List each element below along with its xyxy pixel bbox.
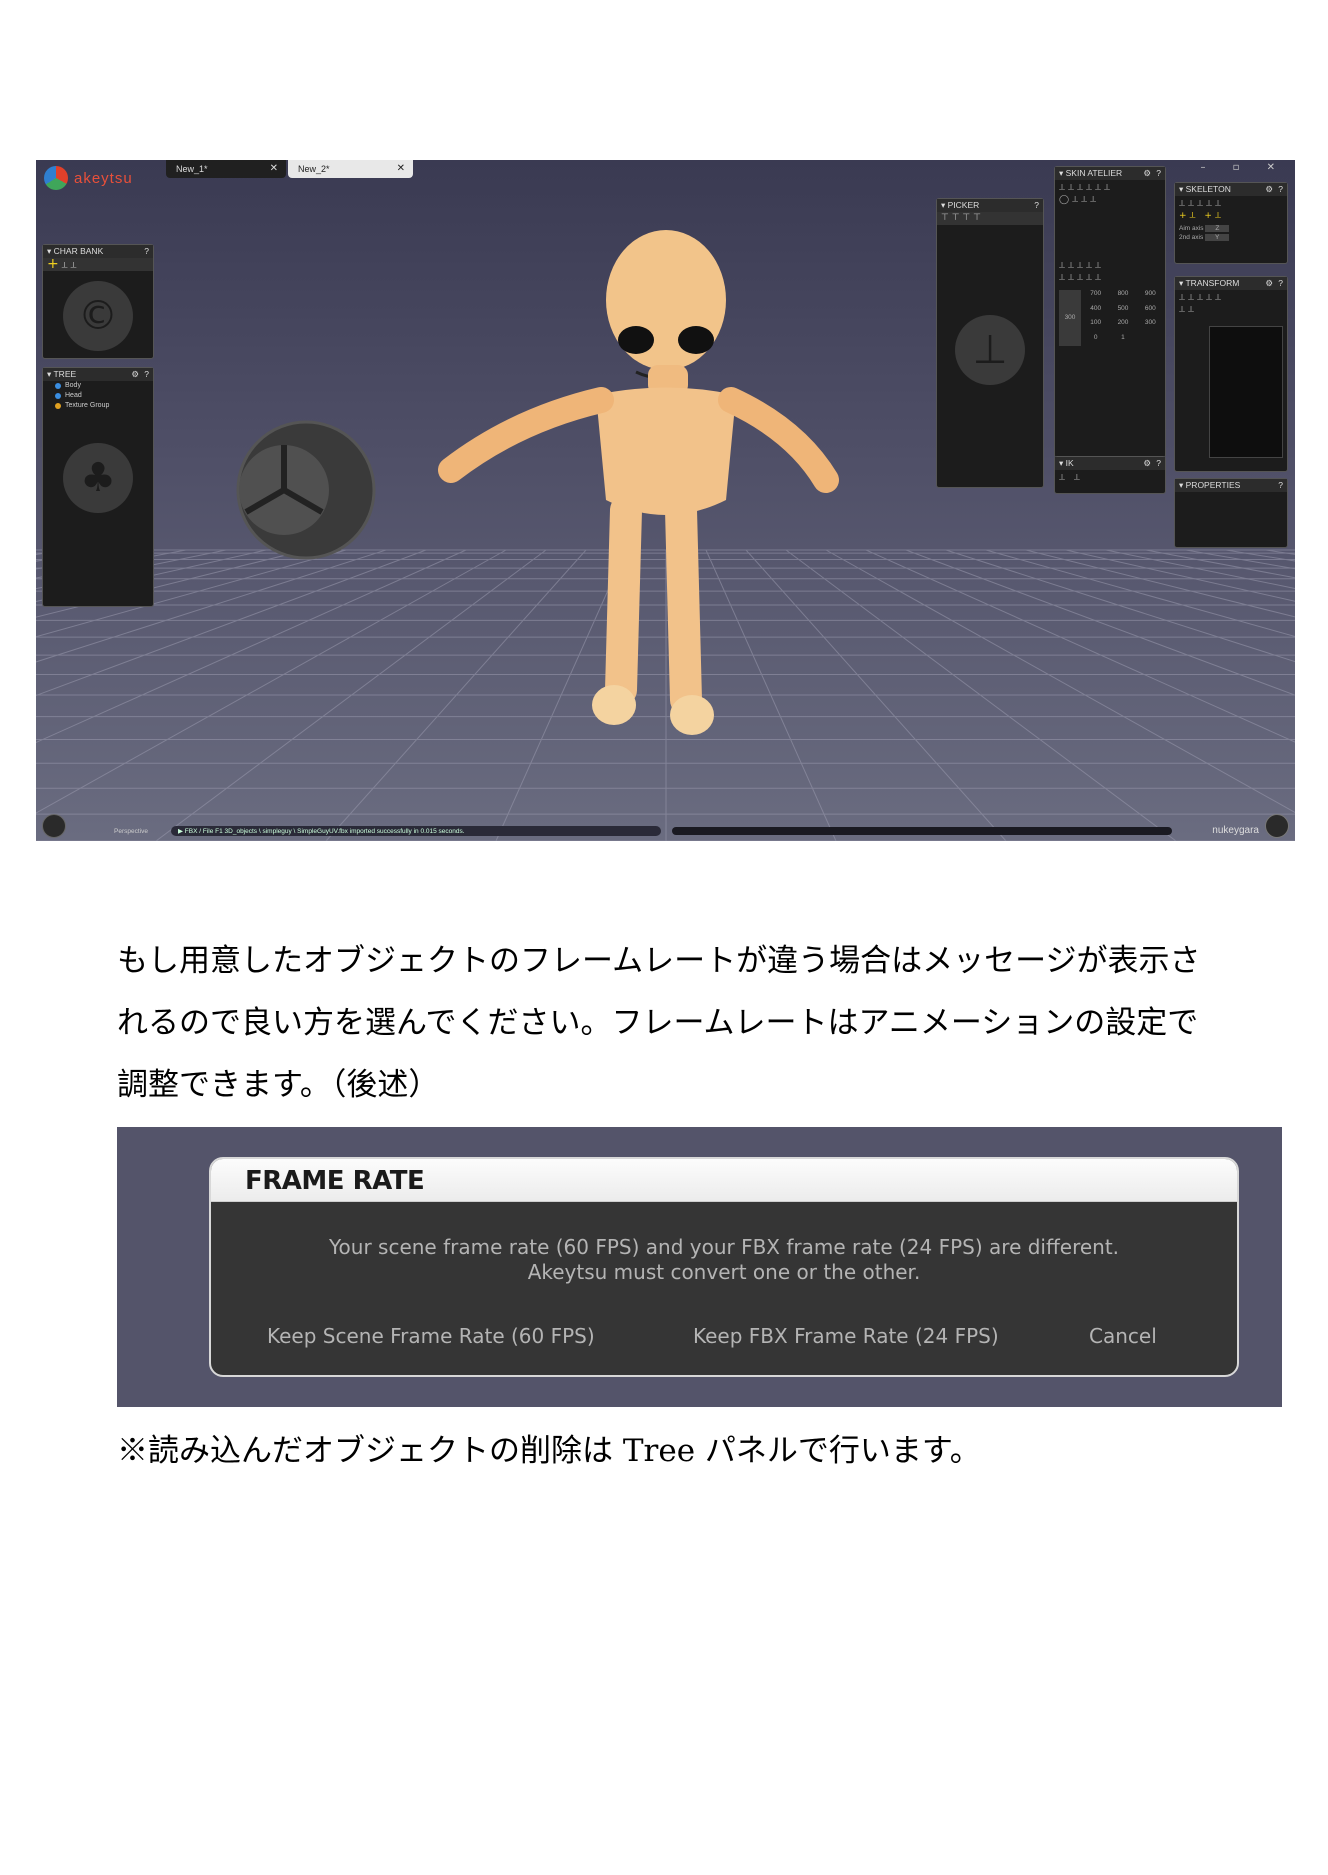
panel-header[interactable]: ▾ CHAR BANK? [43, 245, 153, 258]
settings-wrench-icon[interactable] [1265, 814, 1289, 838]
ik-panel: ▾ IK ⚙? ⟂ ⟂ [1054, 456, 1166, 494]
logo-mark-icon [44, 166, 68, 190]
body-text-line: れるので良い方を選んでください。フレームレートはアニメーションの設定で [117, 1005, 1199, 1041]
panel-header[interactable]: ▾ SKELETON ⚙? [1175, 183, 1287, 196]
gear-icon[interactable]: ⚙ [1265, 277, 1273, 290]
group-icon [55, 403, 61, 409]
properties-panel: ▾ PROPERTIES? [1174, 478, 1288, 548]
help-icon[interactable]: ? [1278, 479, 1283, 492]
skin-brushes[interactable]: ⟂⟂⟂⟂⟂ ⟂⟂⟂⟂⟂ [1055, 258, 1165, 286]
panel-header[interactable]: ▾ TREE ⚙? [43, 368, 153, 381]
skin-weight-value[interactable]: 300 [1059, 290, 1081, 346]
tree-item[interactable]: Head [43, 391, 153, 401]
app-screenshot: akeytsu New_1* ✕ New_2* ✕ – ▫ ✕ ▾ CHAR B… [36, 160, 1295, 841]
status-message: ▶ FBX / File F1 3D_objects \ simpleguy \… [178, 828, 465, 835]
note-text: ※読み込んだオブジェクトの削除は Tree パネルで行います。 [117, 1433, 981, 1469]
ik-tools[interactable]: ⟂ ⟂ [1055, 470, 1165, 486]
tree-item[interactable]: Texture Group [43, 401, 153, 411]
tab-new-2[interactable]: New_2* ✕ [288, 160, 413, 178]
picker-toolbar[interactable]: ⊤ ⊤ ⊤ ⊤ [937, 212, 1043, 225]
help-icon[interactable]: ? [144, 245, 149, 258]
picker-panel: ▾ PICKER? ⊤ ⊤ ⊤ ⊤ ⊥ [936, 198, 1044, 488]
logo-text: akeytsu [74, 169, 133, 187]
dialog-message: Your scene frame rate (60 FPS) and your … [328, 1235, 1120, 1259]
panel-title: IK [1065, 458, 1074, 468]
help-icon[interactable]: ? [1034, 199, 1039, 212]
panel-title: TRANSFORM [1185, 278, 1240, 288]
skeleton-tools[interactable]: ⟂⟂⟂⟂⟂ +⟂ +⟂ [1175, 196, 1287, 224]
help-icon[interactable]: ? [1278, 183, 1283, 196]
dialog-message: Akeytsu must convert one or the other. [527, 1260, 921, 1284]
keep-scene-frame-rate-button[interactable]: Keep Scene Frame Rate (60 FPS) [267, 1324, 595, 1348]
tab-label: New_2* [298, 164, 330, 174]
character-model [438, 230, 839, 735]
panel-title: TREE [53, 369, 77, 379]
char-bank-panel: ▾ CHAR BANK? + ⟂ ⟂ © [42, 244, 154, 359]
tab-new-1[interactable]: New_1* ✕ [166, 160, 286, 178]
gear-icon[interactable]: ⚙ [1143, 457, 1151, 470]
help-icon[interactable]: ? [1278, 277, 1283, 290]
gear-icon[interactable]: ⚙ [1265, 183, 1273, 196]
tree-panel: ▾ TREE ⚙? Body Head Texture Group ♣ [42, 367, 154, 607]
copyright-icon: © [63, 281, 133, 351]
aim-axis-field[interactable]: Aim axis Z [1175, 224, 1287, 233]
timeline-bar[interactable] [672, 827, 1172, 835]
panel-header[interactable]: ▾ PICKER? [937, 199, 1043, 212]
object-icon [55, 393, 61, 399]
tree-item-label: Body [65, 382, 81, 389]
second-axis-field[interactable]: 2nd axis Y [1175, 233, 1287, 242]
tree-icon: ♣ [63, 443, 133, 513]
add-icon[interactable]: + [47, 256, 59, 272]
tree-item-label: Texture Group [65, 402, 110, 409]
tree-item[interactable]: Body [43, 381, 153, 391]
panel-title: SKELETON [1185, 184, 1231, 194]
tab-label: New_1* [176, 164, 208, 174]
scene-menu-icon[interactable] [42, 814, 66, 838]
frame-rate-screenshot: FRAME RATE Your scene frame rate (60 FPS… [117, 1127, 1282, 1407]
panel-title: SKIN ATELIER [1065, 168, 1123, 178]
nukeygara-brand: nukeygara [1212, 825, 1259, 836]
status-bar: Perspective ▶ FBX / File F1 3D_objects \… [36, 814, 1295, 841]
body-text-line: 調整できます。（後述） [117, 1067, 440, 1103]
transform-tools[interactable]: ⟂⟂⟂⟂⟂ ⟂⟂ [1175, 290, 1287, 318]
panel-header[interactable]: ▾ IK ⚙? [1055, 457, 1165, 470]
transform-panel: ▾ TRANSFORM ⚙? ⟂⟂⟂⟂⟂ ⟂⟂ [1174, 276, 1288, 472]
tab-close-icon[interactable]: ✕ [397, 160, 405, 178]
panel-title: PROPERTIES [1185, 480, 1241, 490]
help-icon[interactable]: ? [1156, 167, 1161, 180]
body-text-line: もし用意したオブジェクトのフレームレートが違う場合はメッセージが表示さ [117, 943, 1201, 979]
skin-weight-grid[interactable]: 700 800 900 400 500 600 100 200 300 01 [1085, 290, 1161, 346]
picker-icon: ⊥ [955, 315, 1025, 385]
object-icon [55, 383, 61, 389]
radial-menu[interactable] [236, 420, 376, 560]
panel-title: PICKER [947, 200, 980, 210]
help-icon[interactable]: ? [1156, 457, 1161, 470]
skin-tools[interactable]: ⟂⟂⟂⟂⟂⟂ ◯⟂⟂⟂ [1055, 180, 1165, 208]
skeleton-panel: ▾ SKELETON ⚙? ⟂⟂⟂⟂⟂ +⟂ +⟂ Aim axis Z 2nd a… [1174, 182, 1288, 264]
char-bank-toolbar[interactable]: + ⟂ ⟂ [43, 256, 153, 272]
panel-header[interactable]: ▾ SKIN ATELIER ⚙? [1055, 167, 1165, 180]
transform-channel-list[interactable] [1209, 326, 1283, 458]
tree-item-label: Head [65, 392, 82, 399]
akeytsu-logo: akeytsu [44, 166, 133, 190]
window-controls[interactable]: – ▫ ✕ [1200, 162, 1287, 173]
gear-icon[interactable]: ⚙ [131, 368, 139, 381]
viewport-label: Perspective [114, 828, 148, 835]
cancel-button[interactable]: Cancel [1089, 1324, 1157, 1348]
help-icon[interactable]: ? [144, 368, 149, 381]
keep-fbx-frame-rate-button[interactable]: Keep FBX Frame Rate (24 FPS) [693, 1324, 999, 1348]
panel-title: CHAR BANK [53, 246, 104, 256]
frame-rate-dialog: FRAME RATE Your scene frame rate (60 FPS… [209, 1157, 1239, 1377]
panel-header[interactable]: ▾ TRANSFORM ⚙? [1175, 277, 1287, 290]
dialog-title: FRAME RATE [245, 1166, 425, 1196]
tab-close-icon[interactable]: ✕ [270, 160, 278, 178]
skin-atelier-panel: ▾ SKIN ATELIER ⚙? ⟂⟂⟂⟂⟂⟂ ◯⟂⟂⟂ ⟂⟂⟂⟂⟂ ⟂⟂⟂⟂⟂ 3… [1054, 166, 1166, 458]
gear-icon[interactable]: ⚙ [1143, 167, 1151, 180]
panel-header[interactable]: ▾ PROPERTIES? [1175, 479, 1287, 492]
